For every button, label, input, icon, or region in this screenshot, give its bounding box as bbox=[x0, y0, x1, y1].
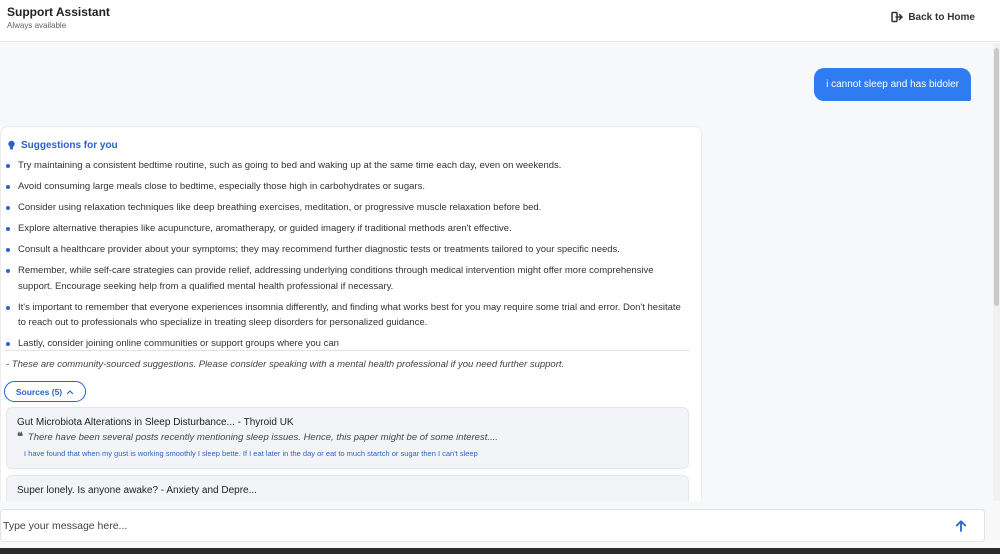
assistant-response-card: Suggestions for you Try maintaining a co… bbox=[0, 126, 702, 501]
sources-label: Sources (5) bbox=[15, 386, 63, 397]
source-title: Super lonely. Is anyone awake? - Anxiety… bbox=[17, 485, 257, 496]
sources-toggle-button[interactable]: Sources (5) bbox=[4, 381, 86, 402]
source-card[interactable]: Gut Microbiota Alterations in Sleep Dist… bbox=[6, 407, 689, 469]
suggestions-title: Suggestions for you bbox=[21, 140, 118, 151]
back-to-home-label: Back to Home bbox=[908, 11, 975, 23]
list-item: Consult a healthcare provider about your… bbox=[5, 242, 685, 258]
source-quote: ❝ There have been several posts recently… bbox=[17, 431, 498, 444]
chat-scrollbar-thumb[interactable] bbox=[994, 48, 999, 306]
chat-area[interactable]: i cannot sleep and has bidoler Suggestio… bbox=[0, 43, 993, 501]
list-item: Consider using relaxation techniques lik… bbox=[5, 200, 685, 216]
back-to-home-button[interactable]: Back to Home bbox=[891, 9, 975, 25]
chevron-up-icon bbox=[67, 389, 74, 394]
quote-icon: ❝ bbox=[17, 431, 23, 443]
source-quote-text: There have been several posts recently m… bbox=[27, 432, 498, 443]
page-title: Support Assistant bbox=[7, 5, 110, 19]
list-item: Remember, while self-care strategies can… bbox=[5, 263, 685, 294]
disclaimer-text: - These are community-sourced suggestion… bbox=[6, 359, 565, 370]
list-item: Avoid consuming large meals close to bed… bbox=[5, 179, 685, 195]
message-input[interactable] bbox=[3, 517, 903, 535]
lightbulb-icon bbox=[8, 140, 15, 150]
arrow-up-icon[interactable] bbox=[954, 519, 968, 533]
divider bbox=[5, 350, 690, 351]
source-excerpt: I have found that when my gust is workin… bbox=[24, 449, 478, 458]
sign-out-icon bbox=[891, 11, 904, 23]
taskbar-edge bbox=[0, 548, 1000, 554]
list-item: It's important to remember that everyone… bbox=[5, 300, 685, 331]
user-message-bubble: i cannot sleep and has bidoler bbox=[814, 68, 971, 101]
app-header: Support Assistant Always available Back … bbox=[0, 0, 1000, 42]
message-input-container bbox=[0, 509, 985, 542]
suggestions-list: Try maintaining a consistent bedtime rou… bbox=[5, 158, 685, 357]
list-item: Explore alternative therapies like acupu… bbox=[5, 221, 685, 237]
suggestions-heading: Suggestions for you bbox=[7, 140, 118, 151]
status-subtitle: Always available bbox=[7, 21, 67, 30]
source-card[interactable]: Super lonely. Is anyone awake? - Anxiety… bbox=[6, 475, 689, 501]
list-item: Try maintaining a consistent bedtime rou… bbox=[5, 158, 685, 174]
message-input-bar bbox=[0, 501, 1000, 548]
source-title: Gut Microbiota Alterations in Sleep Dist… bbox=[17, 417, 294, 428]
